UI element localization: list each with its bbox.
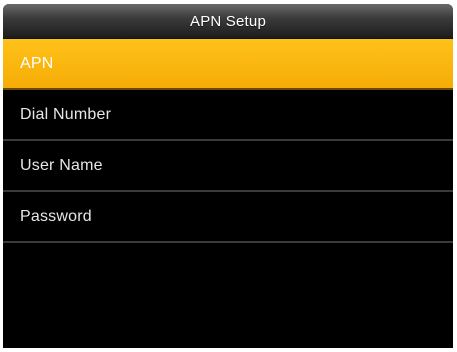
menu-item-label: APN — [20, 54, 54, 72]
page-title: APN Setup — [189, 12, 266, 30]
menu-item-label: User Name — [20, 156, 103, 174]
title-bar: APN Setup — [3, 4, 453, 39]
menu-item-password[interactable]: Password — [3, 192, 453, 243]
menu-item-label: Dial Number — [20, 105, 112, 123]
menu-item-label: Password — [20, 207, 92, 225]
device-screen: APN Setup APN Dial Number User Name Pass… — [3, 4, 453, 348]
menu-item-apn[interactable]: APN — [3, 39, 453, 90]
menu-item-user-name[interactable]: User Name — [3, 141, 453, 192]
menu-list: APN Dial Number User Name Password — [3, 39, 453, 243]
menu-item-dial-number[interactable]: Dial Number — [3, 90, 453, 141]
